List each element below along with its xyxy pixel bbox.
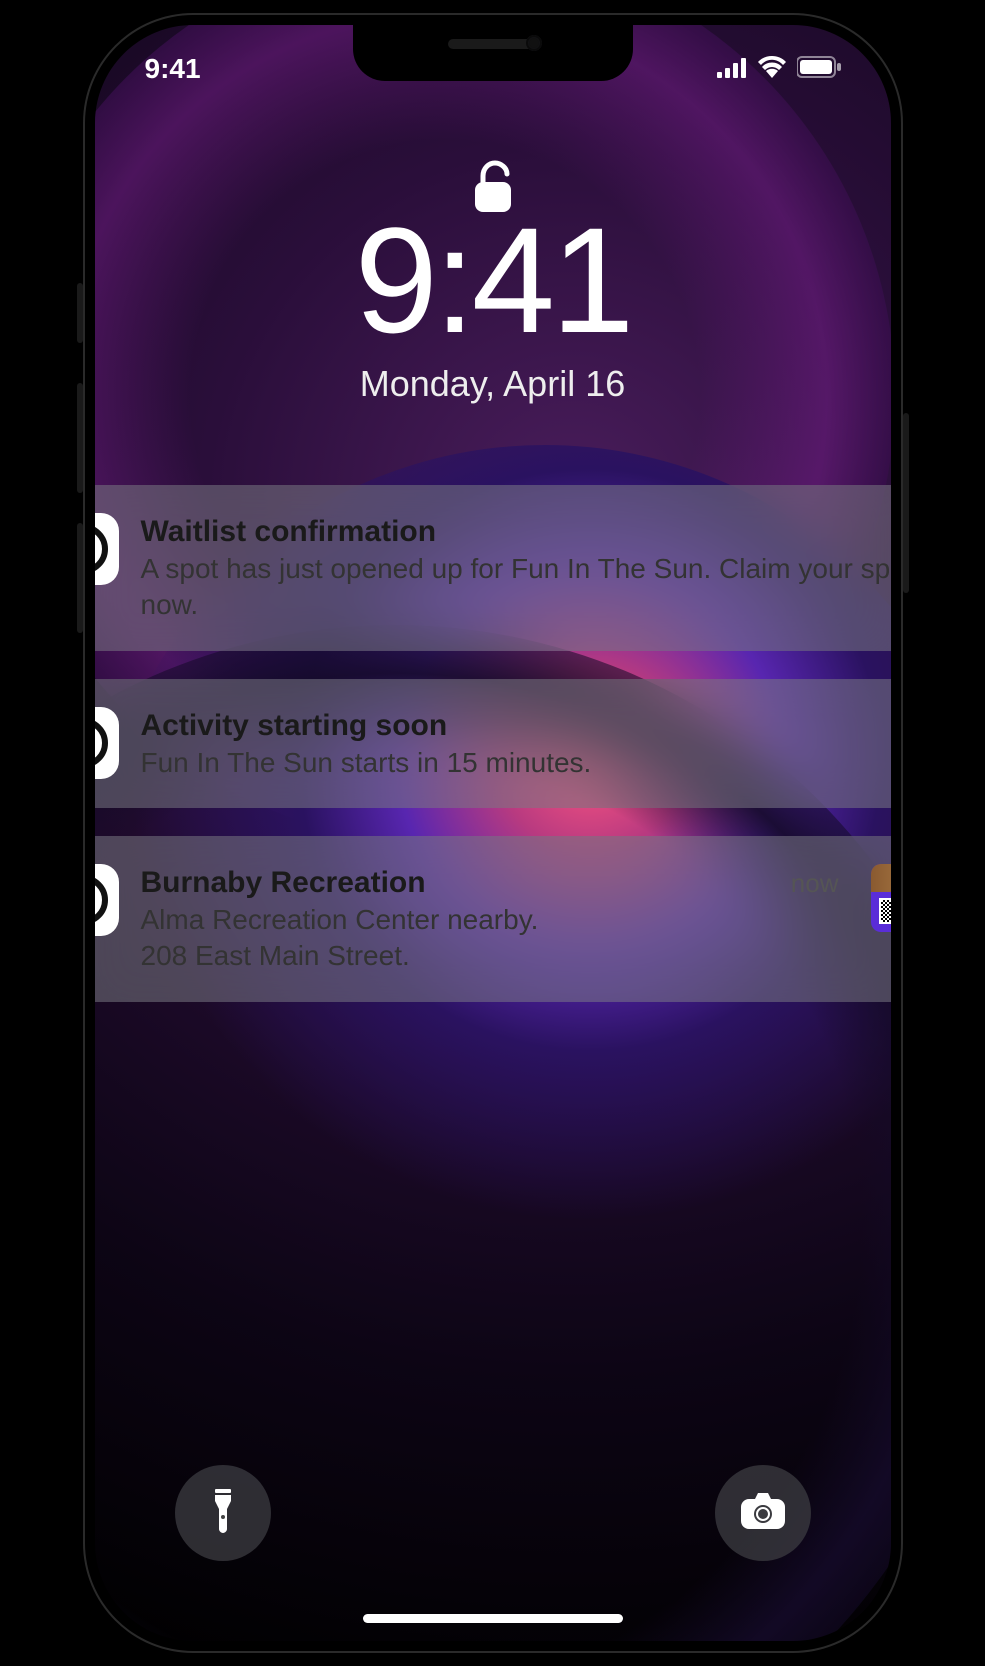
screen: 9:41 9:41 Monday, April 16 [95,25,891,1641]
cellular-icon [717,53,747,85]
app-icon [95,707,119,779]
notification-body: Alma Recreation Center nearby. 208 East … [141,902,839,974]
notification-thumbnail [871,864,891,932]
notification-body: A spot has just opened up for Fun In The… [141,551,891,623]
lock-clock: 9:41 Monday, April 16 [95,205,891,405]
notch [353,25,633,81]
phone-frame: 9:41 9:41 Monday, April 16 [83,13,903,1653]
lock-date: Monday, April 16 [95,363,891,405]
power-button [903,413,909,593]
notification[interactable]: Burnaby Recreation now Alma Recreation C… [95,836,891,1002]
notification-list: Waitlist confirmation now A spot has jus… [95,485,891,1030]
status-time: 9:41 [145,53,201,85]
app-icon [95,864,119,936]
volume-up-button [77,383,83,493]
notification-title: Waitlist confirmation [141,515,437,549]
lock-time: 9:41 [95,205,891,355]
app-icon [95,513,119,585]
quick-actions [95,1465,891,1561]
notification-title: Burnaby Recreation [141,866,426,900]
camera-button[interactable] [715,1465,811,1561]
notification-body: Fun In The Sun starts in 15 minutes. [141,745,891,781]
silent-switch [77,283,83,343]
notification[interactable]: Waitlist confirmation now A spot has jus… [95,485,891,651]
notification-title: Activity starting soon [141,709,448,743]
notification[interactable]: Activity starting soon now Fun In The Su… [95,679,891,809]
notification-time: now [791,868,839,899]
camera-icon [739,1491,787,1536]
flashlight-button[interactable] [175,1465,271,1561]
home-indicator[interactable] [363,1614,623,1623]
volume-down-button [77,523,83,633]
battery-icon [797,53,841,85]
flashlight-icon [205,1487,241,1540]
wifi-icon [757,53,787,85]
